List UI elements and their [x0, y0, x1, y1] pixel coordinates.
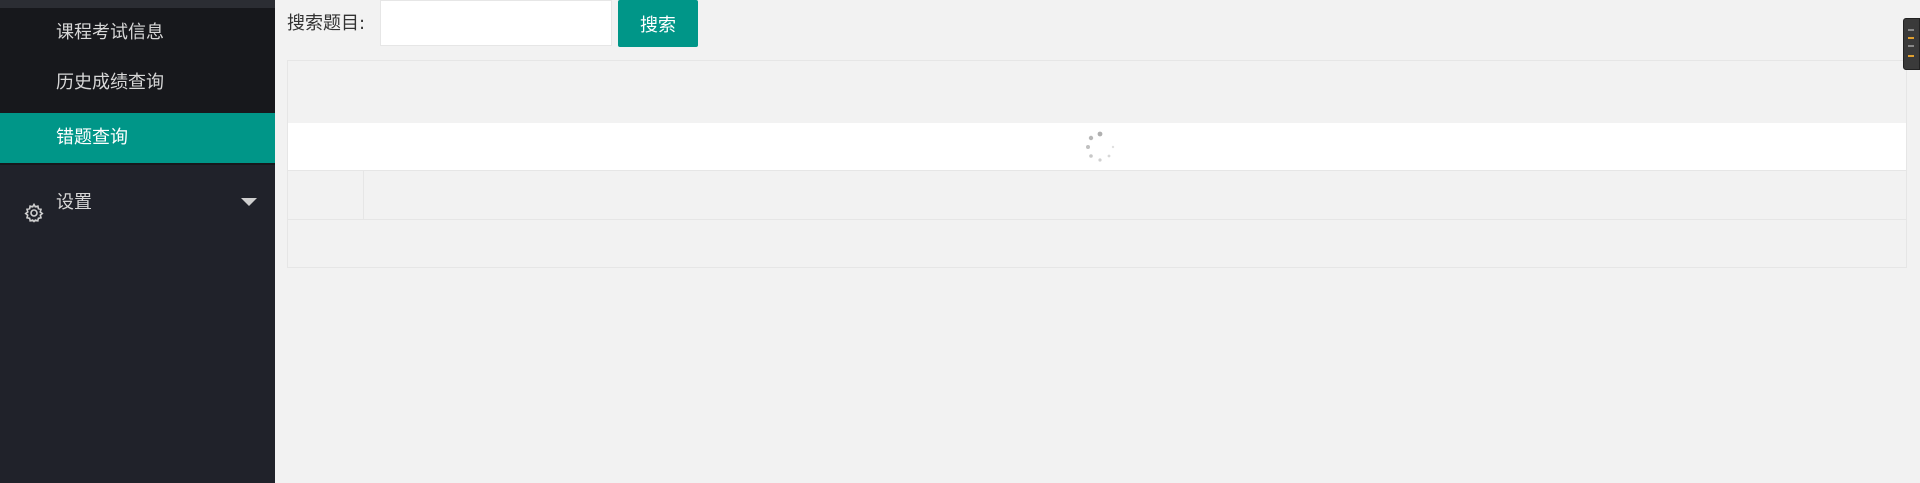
table-cell: [288, 171, 364, 219]
search-label: 搜索题目:: [287, 13, 366, 34]
floating-toolbar-handle[interactable]: [1903, 18, 1920, 70]
sidebar-item-label: 错题查询: [56, 127, 128, 148]
sidebar-item-label: 课程考试信息: [56, 22, 164, 43]
caret-down-icon: [241, 198, 257, 206]
sidebar-item-course-exam-info[interactable]: 课程考试信息: [0, 8, 275, 58]
search-button[interactable]: 搜索: [618, 0, 698, 47]
data-table: [287, 60, 1907, 268]
sidebar-item-label: 历史成绩查询: [56, 72, 164, 93]
sidebar-top-strip: [0, 0, 275, 8]
sidebar-item-label: 设置: [56, 192, 92, 213]
search-input[interactable]: [380, 0, 612, 46]
table-toolbar: [288, 61, 1906, 124]
table-row: [288, 171, 1906, 220]
sidebar-item-history-score[interactable]: 历史成绩查询: [0, 58, 275, 108]
handle-bar: [1908, 45, 1914, 47]
sidebar-item-settings[interactable]: 设置: [0, 178, 275, 228]
handle-bar: [1908, 55, 1914, 57]
sidebar: 课程考试信息 历史成绩查询 错题查询 设置: [0, 0, 275, 483]
sidebar-submenu: 课程考试信息 历史成绩查询 错题查询: [0, 8, 275, 165]
table-pagination: [288, 220, 1906, 267]
sidebar-item-wrong-questions[interactable]: 错题查询: [0, 113, 275, 163]
handle-bar: [1908, 29, 1914, 31]
table-loading-row: [288, 123, 1906, 171]
loading-spinner-icon: [1082, 129, 1118, 165]
gear-icon: [24, 193, 44, 223]
handle-bar: [1908, 37, 1914, 39]
main-content: 搜索题目: 搜索: [275, 0, 1920, 483]
